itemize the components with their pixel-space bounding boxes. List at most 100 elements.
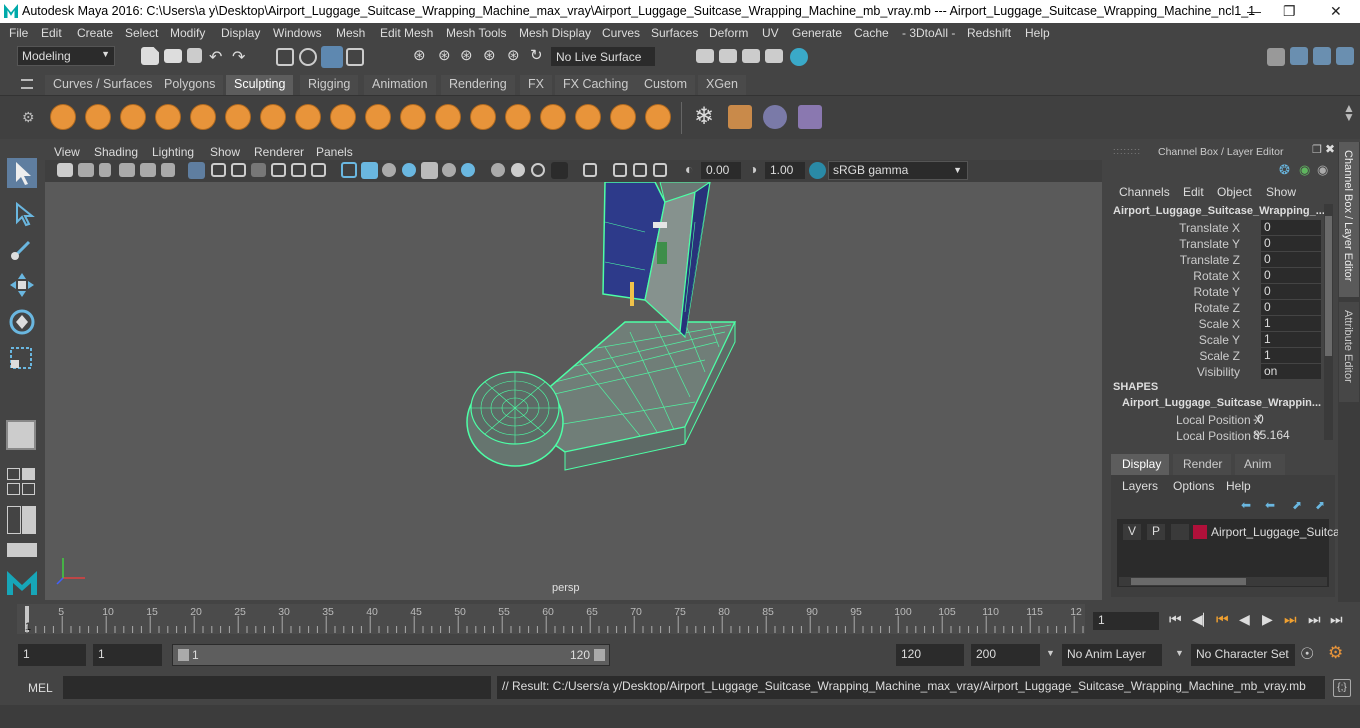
end-time-field[interactable]: 200 (971, 644, 1040, 666)
tab-polygons[interactable]: Polygons (156, 75, 224, 95)
relax-tool-icon[interactable] (120, 104, 146, 130)
attr-row[interactable]: Scale Z 1 (1107, 348, 1322, 364)
smear-tool-icon[interactable] (540, 104, 566, 130)
tab-fx-caching[interactable]: FX Caching (555, 75, 637, 95)
channel-box-toggle-icon[interactable] (1336, 47, 1354, 65)
layer-list-hscrollbar[interactable] (1119, 577, 1327, 586)
menu-surfaces[interactable]: Surfaces (651, 26, 698, 40)
bookmark-icon[interactable] (99, 163, 111, 177)
layer-menu-layers[interactable]: Layers (1122, 479, 1158, 493)
redo-icon[interactable]: ↷ (232, 47, 245, 67)
blendshape-icon[interactable] (763, 105, 787, 129)
scale-tool-icon[interactable] (7, 344, 37, 374)
vertical-layout-icon[interactable] (7, 506, 21, 534)
current-frame-field[interactable]: 1 (1093, 612, 1159, 630)
move-tool-icon[interactable] (7, 270, 37, 300)
tab-display[interactable]: Display (1111, 454, 1169, 475)
paint-select-tool-icon[interactable] (7, 234, 37, 264)
layout-shortcut-icon[interactable] (7, 543, 37, 557)
prev-key-icon[interactable]: ⏮ (1216, 611, 1229, 628)
mode-dropdown[interactable]: Modeling ▼ (17, 46, 115, 66)
flatten-tool-icon[interactable] (225, 104, 251, 130)
layer-menu-options[interactable]: Options (1173, 479, 1214, 493)
modeling-toolkit-icon[interactable] (1267, 48, 1285, 66)
spray-tool-icon[interactable] (295, 104, 321, 130)
attr-value[interactable]: 1 (1261, 332, 1321, 347)
render-frame-icon[interactable] (719, 49, 737, 63)
layer-color-swatch[interactable] (1193, 525, 1207, 539)
float-panel-icon[interactable]: ❐ (1312, 143, 1322, 156)
sculpt-tool-icon[interactable] (50, 104, 76, 130)
lasso-tool-icon[interactable] (7, 198, 37, 228)
object-name[interactable]: Airport_Luggage_Suitcase_Wrapping_... (1113, 205, 1325, 217)
playback-end-field[interactable]: 120 (896, 644, 964, 666)
knife-tool-icon[interactable] (505, 104, 531, 130)
layer-row[interactable]: V P Airport_Luggage_Suitcas (1119, 523, 1346, 541)
live-surface-field[interactable]: No Live Surface (551, 47, 655, 66)
imprint-tool-icon[interactable] (365, 104, 391, 130)
render-view-icon[interactable] (765, 49, 783, 63)
cb-menu-object[interactable]: Object (1217, 185, 1252, 199)
menu-display[interactable]: Display (221, 26, 260, 40)
repeat-tool-icon[interactable] (330, 104, 356, 130)
attr-value[interactable]: 0 (1261, 284, 1321, 299)
layer-menu-help[interactable]: Help (1226, 479, 1251, 493)
safe-action-icon[interactable] (291, 163, 306, 177)
horizontal-layout-icon[interactable] (22, 506, 36, 534)
vp-menu-panels[interactable]: Panels (316, 145, 353, 159)
camera-attributes-icon[interactable] (78, 163, 94, 177)
minimize-button[interactable]: — (1247, 3, 1261, 19)
attr-value[interactable]: 0 (1261, 220, 1321, 235)
bulge-tool-icon[interactable] (575, 104, 601, 130)
menu-3dtoall[interactable]: - 3DtoAll - (902, 26, 955, 40)
freeze-tool-icon[interactable] (645, 104, 671, 130)
tab-curves-surfaces[interactable]: Curves / Surfaces (45, 75, 161, 95)
menu-mesh[interactable]: Mesh (336, 26, 365, 40)
attr-value[interactable]: 0 (1261, 236, 1321, 251)
attr-row[interactable]: Rotate Y 0 (1107, 284, 1322, 300)
ipr-render-icon[interactable] (742, 49, 760, 63)
color-management-icon[interactable] (809, 162, 826, 179)
xray-active-icon[interactable] (613, 163, 627, 177)
step-forward-icon[interactable]: ⏭ (1308, 611, 1321, 628)
select-by-component-icon[interactable] (321, 46, 343, 68)
menu-create[interactable]: Create (77, 26, 113, 40)
persp-outliner-layout-icon[interactable] (22, 468, 35, 480)
four-pane-layout-icon[interactable] (7, 468, 20, 480)
chevron-down-icon[interactable]: ▼ (1175, 648, 1184, 658)
vp-menu-lighting[interactable]: Lighting (152, 145, 194, 159)
new-layer-selected-icon[interactable]: ⬈ (1315, 498, 1325, 512)
gamma-field[interactable]: 1.00 (765, 162, 805, 179)
backface-culling-icon[interactable] (653, 163, 667, 177)
menu-deform[interactable]: Deform (709, 26, 748, 40)
maximize-button[interactable]: ❐ (1283, 3, 1296, 20)
grease-pencil-icon[interactable] (161, 163, 175, 177)
script-language-label[interactable]: MEL (28, 681, 53, 695)
shadows-icon[interactable] (442, 163, 456, 177)
play-forwards-icon[interactable]: ▶ (1262, 611, 1273, 628)
anti-aliasing-icon[interactable] (511, 163, 525, 177)
amplify-tool-icon[interactable] (610, 104, 636, 130)
vp-menu-show[interactable]: Show (210, 145, 240, 159)
attr-value[interactable]: 0 (1261, 252, 1321, 267)
persp-graph-layout-icon[interactable] (7, 483, 20, 495)
menu-file[interactable]: File (9, 26, 28, 40)
layer-visibility-toggle[interactable]: V (1123, 524, 1141, 540)
vp-menu-shading[interactable]: Shading (94, 145, 138, 159)
move-layer-up-icon[interactable]: ⬅ (1241, 498, 1251, 512)
wireframe-icon[interactable] (341, 162, 357, 178)
xray-joints-icon[interactable] (633, 163, 647, 177)
use-all-lights-icon[interactable] (421, 162, 438, 179)
tool-settings-toggle-icon[interactable] (1313, 47, 1331, 65)
render-settings-icon[interactable] (696, 49, 714, 63)
panel-grip[interactable]: :::::::: (1113, 146, 1141, 156)
convert-to-frozen-icon[interactable]: ❄ (694, 102, 714, 131)
isolate-select-icon[interactable] (551, 162, 568, 179)
grid-icon[interactable] (188, 162, 205, 179)
axis-display-icon[interactable]: ❂ (1279, 162, 1290, 178)
tab-attribute-editor[interactable]: Attribute Editor (1339, 302, 1359, 402)
speed-display-icon[interactable]: ◉ (1317, 162, 1328, 178)
attr-value[interactable]: -0 (1250, 412, 1320, 427)
shelf-settings-gear-icon[interactable]: ⚙ (22, 109, 35, 126)
attr-row[interactable]: Rotate X 0 (1107, 268, 1322, 284)
